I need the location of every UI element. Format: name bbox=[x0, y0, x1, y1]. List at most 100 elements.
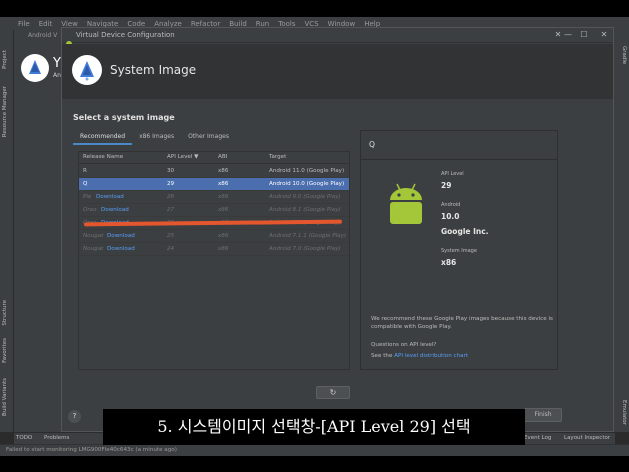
api-level-label: API Level bbox=[441, 171, 464, 177]
background-logo bbox=[21, 54, 49, 82]
dialog-header: System Image bbox=[62, 44, 613, 99]
column-target[interactable]: Target bbox=[269, 154, 286, 160]
table-header: Release Name API Level ▼ ABI Target bbox=[79, 152, 349, 164]
system-image-label: System Image bbox=[441, 248, 477, 254]
dialog-titlebar[interactable]: Virtual Device Configuration ✕ bbox=[62, 28, 613, 44]
dialog-body: Select a system image Recommended x86 Im… bbox=[62, 99, 613, 402]
api-level: 30 bbox=[167, 168, 175, 174]
table-row-selected[interactable]: Q 29 x86 Android 10.0 (Google Play) bbox=[79, 178, 349, 191]
system-image-value: x86 bbox=[441, 258, 457, 267]
target: Android 10.0 (Google Play) bbox=[269, 181, 345, 187]
refresh-button[interactable]: ↻ bbox=[316, 386, 350, 399]
column-release-name[interactable]: Release Name bbox=[83, 154, 123, 160]
download-link[interactable]: Download bbox=[107, 233, 135, 239]
abi: x86 bbox=[218, 207, 229, 213]
api-level: 28 bbox=[167, 194, 175, 200]
target: Android 9.0 (Google Play) bbox=[269, 194, 341, 200]
image-tabs: Recommended x86 Images Other Images bbox=[73, 131, 236, 145]
tab-x86-images[interactable]: x86 Images bbox=[132, 131, 181, 145]
abi: x86 bbox=[218, 181, 229, 187]
tab-other-images[interactable]: Other Images bbox=[181, 131, 236, 145]
target: Android 7.1.1 (Google Play) bbox=[269, 233, 347, 239]
window-close-button[interactable]: ✕ bbox=[597, 29, 611, 41]
letterbox-top bbox=[0, 0, 629, 17]
help-button[interactable]: ? bbox=[68, 410, 81, 423]
gradle-tool-tab[interactable]: Gradle bbox=[617, 46, 627, 64]
resource-manager-tool-tab[interactable]: Resource Manager bbox=[2, 86, 12, 137]
table-row[interactable]: R 30 x86 Android 11.0 (Google Play) bbox=[79, 165, 349, 178]
target: Android 11.0 (Google Play) bbox=[269, 168, 345, 174]
project-tool-tab[interactable]: Project bbox=[2, 50, 12, 69]
api-level-value: 29 bbox=[441, 181, 452, 190]
release-name: Nougat bbox=[83, 246, 104, 252]
android-version-label: Android bbox=[441, 202, 461, 208]
divider bbox=[361, 159, 557, 160]
refresh-icon: ↻ bbox=[329, 388, 337, 397]
tab-recommended[interactable]: Recommended bbox=[73, 131, 133, 145]
api-level: 29 bbox=[167, 181, 175, 187]
status-bar: Failed to start monitoring LMG900Fle40c6… bbox=[0, 444, 629, 456]
abi: x86 bbox=[218, 246, 229, 252]
release-name: R bbox=[83, 168, 87, 174]
section-title: Select a system image bbox=[73, 113, 175, 122]
download-link[interactable]: Download bbox=[101, 207, 129, 213]
build-variants-tool-tab[interactable]: Build Variants bbox=[2, 378, 12, 416]
dialog-title: Virtual Device Configuration bbox=[76, 31, 175, 39]
screen: File Edit View Navigate Code Analyze Refactor B… bbox=[0, 0, 629, 472]
target: Android 8.1 (Google Play) bbox=[269, 207, 341, 213]
abi: x86 bbox=[218, 168, 229, 174]
virtual-device-configuration-dialog: Virtual Device Configuration ✕ — ☐ ✕ Sys… bbox=[61, 27, 614, 432]
release-name: Pie bbox=[83, 194, 92, 200]
abi: x86 bbox=[218, 233, 229, 239]
letterbox-bottom bbox=[0, 456, 629, 472]
release-name: Q bbox=[83, 181, 88, 187]
problems-tab[interactable]: Problems bbox=[44, 435, 69, 441]
minimize-button[interactable]: — bbox=[561, 29, 575, 41]
structure-tool-tab[interactable]: Structure bbox=[2, 300, 12, 326]
see-prefix: See the bbox=[371, 353, 395, 359]
table-row[interactable]: Nougat Download 25 x86 Android 7.1.1 (Go… bbox=[79, 230, 349, 243]
menu-item-file[interactable]: File bbox=[18, 20, 30, 28]
favorites-tool-tab[interactable]: Favorites bbox=[2, 338, 12, 363]
finish-button[interactable]: Finish bbox=[524, 408, 562, 422]
todo-tab[interactable]: TODO bbox=[16, 435, 32, 441]
event-log-tab[interactable]: Event Log bbox=[524, 435, 551, 441]
menu-item-edit[interactable]: Edit bbox=[39, 20, 53, 28]
emulator-tool-tab[interactable]: Emulator bbox=[617, 400, 627, 425]
android-studio-logo bbox=[72, 55, 102, 85]
api-distribution-link[interactable]: API level distribution chart bbox=[394, 353, 468, 359]
vendor-value: Google Inc. bbox=[441, 227, 489, 236]
status-text: Failed to start monitoring LMG900Fle40c6… bbox=[6, 447, 177, 453]
android-robot-icon bbox=[383, 181, 429, 231]
background-subtitle: An bbox=[53, 72, 61, 79]
layout-inspector-tab[interactable]: Layout Inspector bbox=[564, 435, 610, 441]
api-level: 25 bbox=[167, 233, 175, 239]
questions-label: Questions on API level? bbox=[371, 342, 437, 348]
column-abi[interactable]: ABI bbox=[218, 154, 227, 160]
api-level: 24 bbox=[167, 246, 175, 252]
table-row[interactable]: Oreo Download 27 x86 Android 8.1 (Google… bbox=[79, 204, 349, 217]
table-row[interactable]: Nougat Download 24 x86 Android 7.0 (Goog… bbox=[79, 243, 349, 256]
android-head-icon bbox=[65, 31, 73, 44]
detail-release-name: Q bbox=[369, 140, 375, 149]
api-distribution-text: See the API level distribution chart bbox=[371, 353, 468, 359]
android-version-value: 10.0 bbox=[441, 212, 460, 221]
table-row[interactable]: Pie Download 28 x86 Android 9.0 (Google … bbox=[79, 191, 349, 204]
page-title: System Image bbox=[110, 63, 197, 77]
image-detail-panel: Q API Level 29 Android 10.0 Google Inc. … bbox=[360, 130, 558, 370]
recommendation-text: We recommend these Google Play images be… bbox=[371, 316, 553, 330]
download-link[interactable]: Download bbox=[107, 246, 135, 252]
abi: x86 bbox=[218, 194, 229, 200]
background-window-tab: Android V bbox=[28, 32, 58, 39]
video-subtitle: 5. 시스템이미지 선택창-[API Level 29] 선택 bbox=[103, 409, 525, 445]
column-api-level[interactable]: API Level ▼ bbox=[167, 154, 198, 160]
api-level: 27 bbox=[167, 207, 175, 213]
release-name: Nougat bbox=[83, 233, 104, 239]
target: Android 7.0 (Google Play) bbox=[269, 246, 341, 252]
system-image-table: Release Name API Level ▼ ABI Target R 30… bbox=[78, 151, 350, 370]
background-title: Y bbox=[53, 56, 61, 71]
right-tool-strip bbox=[615, 30, 629, 432]
release-name: Oreo bbox=[83, 207, 97, 213]
download-link[interactable]: Download bbox=[96, 194, 124, 200]
maximize-button[interactable]: ☐ bbox=[577, 29, 591, 41]
